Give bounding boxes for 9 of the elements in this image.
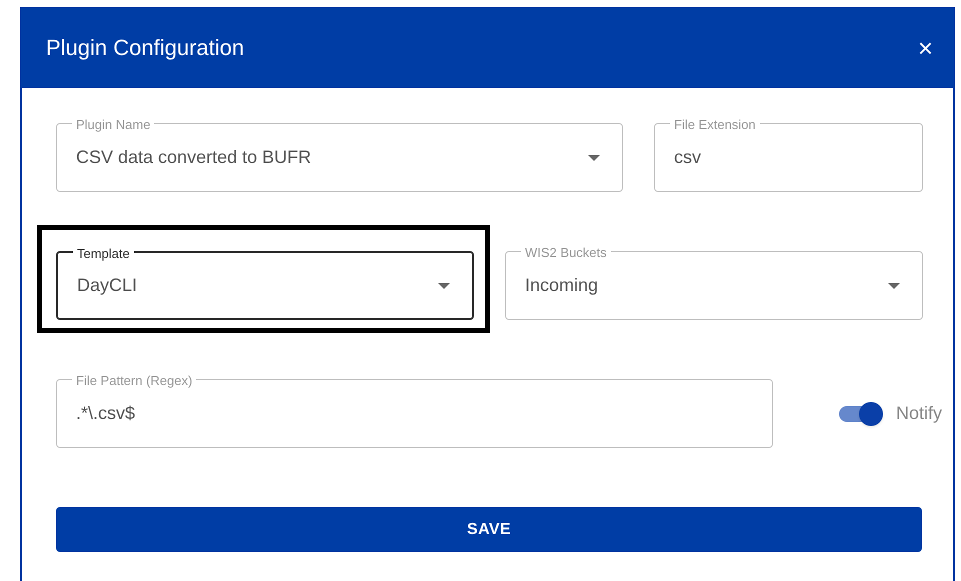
field-value: DayCLI [77,274,138,297]
dialog-title: Plugin Configuration [46,34,244,62]
save-button[interactable]: SAVE [56,507,922,552]
switch-label: Notify [896,402,942,425]
field-value: csv [674,146,702,169]
field-value: Incoming [525,274,600,297]
field-value: .*\.csv$ [76,402,136,425]
close-button[interactable]: × [914,34,937,60]
field-value: CSV data converted to BUFR [76,146,312,169]
